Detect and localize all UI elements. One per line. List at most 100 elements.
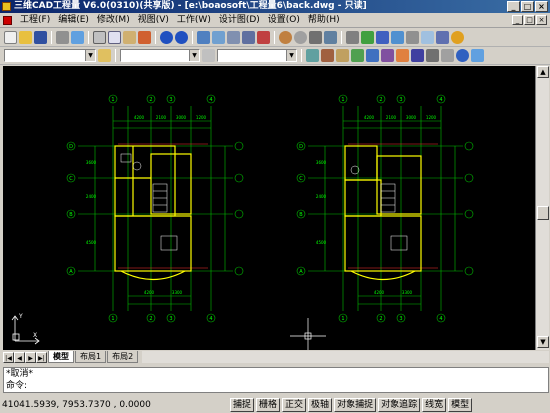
osnap-toggle[interactable]: 对象捕捉 [334,398,377,412]
layout-icon[interactable] [406,31,419,44]
doc-close-button[interactable]: × [536,15,547,25]
properties-icon[interactable] [346,31,359,44]
left-axis-a: A [69,269,73,275]
menu-view[interactable]: 视图(V) [134,13,173,27]
tab-model[interactable]: 模型 [48,351,74,363]
doc-restore-button[interactable]: □ [524,15,535,25]
layer-manager-icon[interactable] [98,49,111,62]
menu-work[interactable]: 工作(W) [173,13,215,27]
polar-toggle[interactable]: 极轴 [308,398,333,412]
layer-combo[interactable]: ▼ [4,49,96,62]
wall-icon[interactable] [321,49,334,62]
draw-icon[interactable] [306,49,319,62]
doc-minimize-button[interactable]: _ [512,15,523,25]
standard-toolbar [0,29,550,47]
export-icon[interactable] [471,49,484,62]
ucs-icon[interactable] [227,31,240,44]
slab-icon[interactable] [366,49,379,62]
grid-toggle[interactable]: 栅格 [256,398,281,412]
menu-edit[interactable]: 编辑(E) [54,13,93,27]
scroll-down-button[interactable]: ▼ [537,336,549,348]
print-icon[interactable] [56,31,69,44]
zoom-window-icon[interactable] [309,31,322,44]
tab-layout1[interactable]: 布局1 [75,351,107,363]
left-axis-bottom-3: 3 [169,316,172,322]
menu-settings[interactable]: 设置(O) [264,13,304,27]
left-axis-top-4: 4 [209,97,212,103]
menu-file[interactable]: 工程(F) [16,13,54,27]
model-toggle[interactable]: 模型 [448,398,473,412]
check-icon[interactable] [456,49,469,62]
left-side-dim-1: 3600 [86,160,97,165]
linetype-icon[interactable] [202,49,215,62]
preview-icon[interactable] [71,31,84,44]
designcenter-icon[interactable] [361,31,374,44]
undo-icon[interactable] [160,31,173,44]
open-icon[interactable] [19,31,32,44]
command-window[interactable]: *取消* 命令: [3,367,549,393]
snap-toggle[interactable]: 捕捉 [230,398,255,412]
snap-icon[interactable] [197,31,210,44]
toolpalette-icon[interactable] [376,31,389,44]
lineweight-toggle[interactable]: 线宽 [422,398,447,412]
left-axis-top-3: 3 [169,97,172,103]
color-combo[interactable]: ▼ [120,49,200,62]
right-axis-top-3: 3 [399,97,402,103]
ucs-world-icon[interactable] [242,31,255,44]
command-prompt[interactable]: 命令: [6,380,548,392]
ortho-toggle[interactable]: 正交 [282,398,307,412]
osnap-icon[interactable] [212,31,225,44]
save-icon[interactable] [34,31,47,44]
tab-prev-button[interactable]: ◀ [14,351,25,363]
window-icon[interactable] [396,49,409,62]
redo-icon[interactable] [175,31,188,44]
matchprop-icon[interactable] [138,31,151,44]
door-icon[interactable] [381,49,394,62]
minimize-button[interactable]: _ [507,1,520,12]
calc-icon[interactable] [426,49,439,62]
linetype-combo[interactable]: ▼ [217,49,297,62]
tab-next-button[interactable]: ▶ [25,351,36,363]
layout-tabs-bar: |◀ ◀ ▶ ▶| 模型 布局1 布局2 [3,350,549,364]
ucs-y-label: Y [18,313,23,320]
cut-icon[interactable] [93,31,106,44]
left-bottom-dim-2: 3300 [172,290,183,295]
restore-button[interactable]: □ [521,1,534,12]
otrack-toggle[interactable]: 对象追踪 [378,398,421,412]
left-axis-bottom-1: 1 [111,316,114,322]
help-icon[interactable] [451,31,464,44]
copy-icon[interactable] [108,31,121,44]
right-axis-top-1: 1 [341,97,344,103]
zoom-realtime-icon[interactable] [294,31,307,44]
menu-modify[interactable]: 修改(M) [93,13,134,27]
report-icon[interactable] [441,49,454,62]
tab-last-button[interactable]: ▶| [36,351,47,363]
drawing-canvas[interactable]: 4200 2100 3000 1200 4200 3300 3600 2400 … [3,66,535,350]
view3d-icon[interactable] [391,31,404,44]
status-bar: 41041.5939, 7953.7370 , 0.0000 捕捉 栅格 正交 … [0,397,550,413]
tab-first-button[interactable]: |◀ [3,351,14,363]
new-icon[interactable] [4,31,17,44]
render-icon[interactable] [436,31,449,44]
chevron-down-icon: ▼ [189,50,199,61]
command-history: *取消* [6,369,34,379]
distance-icon[interactable] [257,31,270,44]
room-icon[interactable] [411,49,424,62]
scroll-thumb[interactable] [537,206,549,220]
blocks-icon[interactable] [421,31,434,44]
close-button[interactable]: × [535,1,548,12]
menu-design[interactable]: 设计图(D) [215,13,264,27]
horizontal-scrollbar[interactable] [142,351,549,363]
menu-help[interactable]: 帮助(H) [304,13,344,27]
zoom-prev-icon[interactable] [324,31,337,44]
left-axis-top-1: 1 [111,97,114,103]
pan-icon[interactable] [279,31,292,44]
beam-icon[interactable] [351,49,364,62]
scroll-up-button[interactable]: ▲ [537,66,549,78]
column-icon[interactable] [336,49,349,62]
paste-icon[interactable] [123,31,136,44]
tab-layout2[interactable]: 布局2 [107,351,139,363]
left-top-dim-1: 4200 [134,115,145,120]
vertical-scrollbar[interactable]: ▲ ▼ [535,66,549,350]
document-icon[interactable] [3,15,12,25]
